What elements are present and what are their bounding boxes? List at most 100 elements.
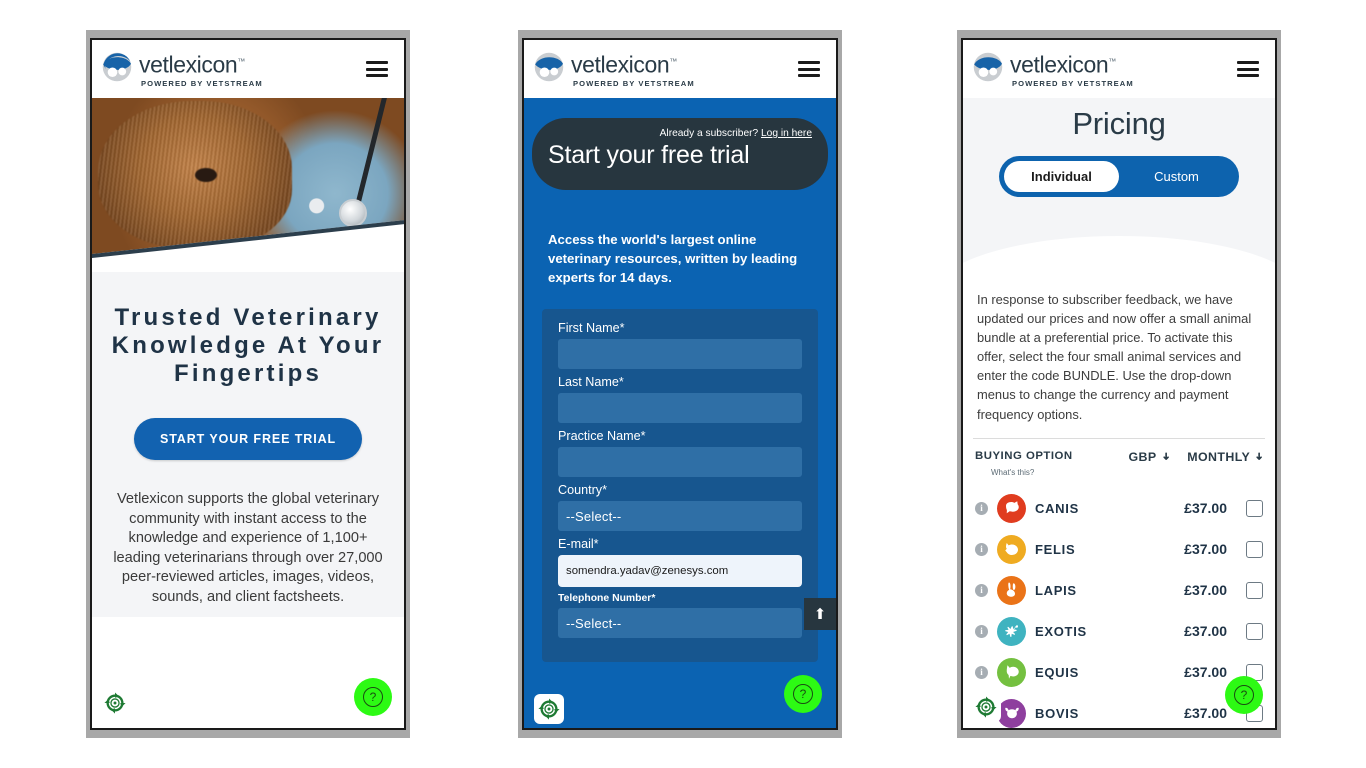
screen-home: vetlexicon™ POWERED BY VETSTREAM Trusted… [90,38,406,730]
telephone-country-select[interactable]: --Select-- [558,608,802,638]
table-row: i FELIS £37.00 [963,529,1275,570]
species-checkbox[interactable] [1246,540,1263,558]
page-title: Start your free trial [548,141,750,169]
currency-select[interactable]: GBP ➜ [1128,449,1171,464]
hamburger-menu-icon[interactable] [1237,61,1259,77]
pricing-table-header: BUYING OPTION What's this? GBP ➜ MONTHLY… [963,439,1275,488]
home-lower-background [92,617,404,728]
field-label: Country* [558,483,607,497]
last-name-input[interactable] [558,393,802,423]
page-title: Trusted Veterinary Knowledge At Your Fin… [111,304,385,387]
brand-tagline: POWERED BY VETSTREAM [1012,78,1134,88]
hero-dog-nose [194,167,217,182]
log-in-here-link[interactable]: Log in here [761,128,812,139]
help-question-icon[interactable]: ? [784,675,822,713]
info-icon[interactable]: i [975,665,988,679]
vetlexicon-logo-icon [534,52,564,82]
hero-stethoscope-bell [338,198,367,227]
brand-tagline: POWERED BY VETSTREAM [573,78,695,88]
frequency-select[interactable]: MONTHLY ➜ [1187,450,1265,464]
table-row: i EXOTIS £37.00 [963,611,1275,652]
column-header-buying-option: BUYING OPTION [975,449,1073,462]
species-price: £37.00 [1184,582,1227,599]
page-title: Pricing [1072,106,1166,141]
whats-this-link[interactable]: What's this? [991,468,1034,477]
trademark-symbol: ™ [669,57,677,67]
brand-wordmark: vetlexicon™ [571,51,677,78]
free-trial-hero-card: Already a subscriber? Log in here Start … [532,118,828,190]
info-icon[interactable]: i [975,583,988,597]
chevron-down-icon: ➜ [1159,452,1171,462]
cow-icon [997,698,1026,728]
chevron-down-icon: ➜ [1253,452,1265,462]
pricing-header-section: Pricing Individual Custom [963,98,1275,322]
brand-wordmark: vetlexicon™ [1010,51,1116,78]
first-name-input[interactable] [558,339,802,369]
device-panel-free-trial: vetlexicon™ POWERED BY VETSTREAM Already… [518,30,842,738]
currency-value: GBP [1128,449,1157,464]
tab-individual[interactable]: Individual [1004,161,1119,192]
trademark-symbol: ™ [237,57,245,67]
species-price: £37.00 [1184,705,1227,722]
hero-image [92,98,404,272]
brand-logo[interactable]: vetlexicon™ POWERED BY VETSTREAM [534,50,695,88]
tab-custom[interactable]: Custom [1119,161,1234,192]
lizard-icon [997,616,1026,646]
horse-icon [997,657,1026,687]
email-input[interactable] [558,555,802,587]
help-question-mark: ? [363,687,383,707]
field-label: Practice Name* [558,429,646,443]
help-question-icon[interactable]: ? [354,678,392,716]
field-first-name: First Name* [558,321,802,369]
species-checkbox[interactable] [1246,581,1263,599]
help-question-icon[interactable]: ? [1225,676,1263,714]
screen-free-trial: vetlexicon™ POWERED BY VETSTREAM Already… [522,38,838,730]
country-select[interactable]: --Select-- [558,501,802,531]
species-name: EQUIS [1035,664,1079,680]
cookie-consent-icon[interactable] [534,694,564,724]
species-name: CANIS [1035,500,1079,516]
help-question-mark: ? [793,684,813,704]
site-header: vetlexicon™ POWERED BY VETSTREAM [92,40,404,98]
info-icon[interactable]: i [975,501,988,515]
species-price: £37.00 [1184,664,1227,681]
cookie-consent-icon[interactable] [100,688,130,718]
brand-logo[interactable]: vetlexicon™ POWERED BY VETSTREAM [102,50,263,88]
home-main-content: Trusted Veterinary Knowledge At Your Fin… [92,272,404,728]
field-country: Country* --Select-- [558,483,802,531]
field-label: Telephone Number* [558,593,656,604]
practice-name-input[interactable] [558,447,802,477]
screen-pricing: vetlexicon™ POWERED BY VETSTREAM Pricing… [961,38,1277,730]
start-free-trial-button[interactable]: START YOUR FREE TRIAL [133,418,363,460]
cookie-consent-icon[interactable] [971,692,1001,722]
species-price: £37.00 [1184,500,1227,517]
help-question-mark: ? [1234,685,1254,705]
species-checkbox[interactable] [1246,499,1263,517]
info-icon[interactable]: i [975,624,988,638]
vetlexicon-logo-icon [973,52,1003,82]
field-label: First Name* [558,321,625,335]
device-panel-home: vetlexicon™ POWERED BY VETSTREAM Trusted… [86,30,410,738]
free-trial-form-section: Access the world's largest online veteri… [524,190,836,662]
subscriber-prompt-text: Already a subscriber? [659,128,759,139]
home-intro-paragraph: Vetlexicon supports the global veterinar… [113,491,383,605]
info-icon[interactable]: i [975,542,988,556]
site-header: vetlexicon™ POWERED BY VETSTREAM [963,40,1275,98]
free-trial-form: First Name* Last Name* Practice Name* Co… [542,309,818,662]
arrow-up-icon[interactable]: ⬆ [804,598,836,630]
dog-icon [997,493,1026,523]
screenshot-stage: vetlexicon™ POWERED BY VETSTREAM Trusted… [0,0,1366,768]
site-header: vetlexicon™ POWERED BY VETSTREAM [524,40,836,98]
brand-logo[interactable]: vetlexicon™ POWERED BY VETSTREAM [973,50,1134,88]
table-row: i LAPIS £37.00 [963,570,1275,611]
free-trial-lead-text: Access the world's largest online veteri… [548,232,798,285]
species-price: £37.00 [1184,541,1227,558]
hamburger-menu-icon[interactable] [798,61,820,77]
vetlexicon-logo-icon [102,52,132,82]
field-telephone-number: Telephone Number* --Select-- [558,593,802,638]
species-name: LAPIS [1035,582,1077,598]
species-checkbox[interactable] [1246,622,1263,640]
hamburger-menu-icon[interactable] [366,61,388,77]
pricing-plan-toggle: Individual Custom [999,156,1239,197]
subscriber-login-prompt: Already a subscriber? Log in here [548,128,812,139]
